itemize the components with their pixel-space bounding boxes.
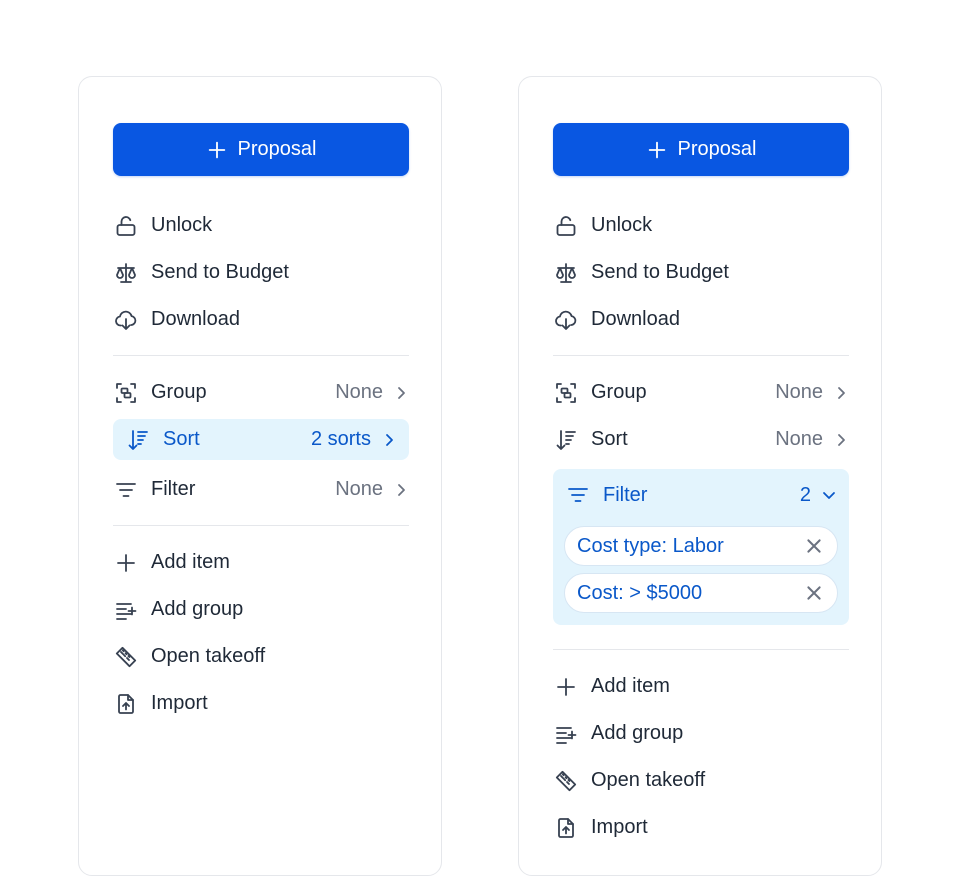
group-icon	[113, 380, 139, 406]
left-panel: Proposal Unlock Send to Budget Download …	[78, 76, 442, 876]
sort-label: Sort	[163, 428, 200, 450]
import-action[interactable]: Import	[113, 680, 409, 727]
open-takeoff-action[interactable]: Open takeoff	[553, 757, 849, 804]
add-group-action[interactable]: Add group	[113, 586, 409, 633]
add-item-action[interactable]: Add item	[553, 663, 849, 710]
filter-label: Filter	[151, 478, 196, 500]
send-to-budget-label: Send to Budget	[151, 261, 289, 283]
download-action[interactable]: Download	[553, 296, 849, 343]
filter-chip[interactable]: Cost: > $5000	[564, 573, 838, 613]
import-label: Import	[591, 816, 648, 838]
download-label: Download	[591, 308, 680, 330]
right-panel-content: Proposal Unlock Send to Budget Download …	[553, 123, 849, 851]
add-proposal-button[interactable]: Proposal	[113, 123, 409, 176]
unlock-label: Unlock	[151, 214, 213, 236]
add-group-action[interactable]: Add group	[553, 710, 849, 757]
left-panel-content: Proposal Unlock Send to Budget Download …	[113, 123, 409, 727]
send-to-budget-action[interactable]: Send to Budget	[553, 249, 849, 296]
add-group-label: Add group	[151, 598, 244, 620]
proposal-button-label: Proposal	[237, 138, 317, 160]
file-upload-icon	[553, 815, 579, 841]
group-value: None	[775, 381, 849, 404]
cloud-download-icon	[553, 307, 579, 333]
filter-value: None	[335, 478, 409, 501]
sort-option[interactable]: Sort 2 sorts	[113, 419, 409, 460]
plus-icon	[113, 550, 139, 576]
sort-value: 2 sorts	[311, 428, 397, 451]
group-label: Group	[591, 381, 647, 403]
sort-value: None	[775, 428, 849, 451]
add-group-icon	[553, 721, 579, 747]
chevron-right-icon	[386, 433, 393, 446]
unlock-label: Unlock	[591, 214, 653, 236]
group-option[interactable]: Group None	[553, 369, 849, 416]
add-group-icon	[113, 597, 139, 623]
chevron-right-icon	[398, 386, 405, 399]
filter-option[interactable]: Filter 2	[565, 471, 837, 519]
close-icon[interactable]	[803, 582, 825, 604]
filter-count: 2	[800, 484, 837, 507]
open-takeoff-label: Open takeoff	[151, 645, 266, 667]
group-option[interactable]: Group None	[113, 369, 409, 416]
filter-option[interactable]: Filter None	[113, 466, 409, 513]
open-takeoff-label: Open takeoff	[591, 769, 706, 791]
close-icon[interactable]	[803, 535, 825, 557]
sort-label: Sort	[591, 428, 628, 450]
send-to-budget-label: Send to Budget	[591, 261, 729, 283]
divider	[553, 649, 849, 650]
add-proposal-button[interactable]: Proposal	[553, 123, 849, 176]
plus-icon	[208, 141, 225, 158]
group-value: None	[335, 381, 409, 404]
download-label: Download	[151, 308, 240, 330]
sort-icon	[125, 427, 151, 453]
download-action[interactable]: Download	[113, 296, 409, 343]
unlock-icon	[553, 213, 579, 239]
filter-panel: Filter 2 Cost type: Labor Cost: > $5000	[553, 469, 849, 625]
proposal-button-label: Proposal	[677, 138, 757, 160]
filter-icon	[565, 482, 591, 508]
unlock-icon	[113, 213, 139, 239]
scale-icon	[553, 260, 579, 286]
group-label: Group	[151, 381, 207, 403]
sort-icon	[553, 427, 579, 453]
open-takeoff-action[interactable]: Open takeoff	[113, 633, 409, 680]
chevron-down-icon	[823, 492, 835, 499]
add-item-action[interactable]: Add item	[113, 539, 409, 586]
ruler-icon	[553, 768, 579, 794]
file-upload-icon	[113, 691, 139, 717]
divider	[553, 355, 849, 356]
cloud-download-icon	[113, 307, 139, 333]
chevron-right-icon	[838, 386, 845, 399]
divider	[113, 525, 409, 526]
filter-label: Filter	[603, 483, 648, 506]
right-panel: Proposal Unlock Send to Budget Download …	[518, 76, 882, 876]
plus-icon	[648, 141, 665, 158]
sort-option[interactable]: Sort None	[553, 416, 849, 463]
filter-icon	[113, 477, 139, 503]
plus-icon	[553, 674, 579, 700]
unlock-action[interactable]: Unlock	[553, 202, 849, 249]
divider	[113, 355, 409, 356]
add-group-label: Add group	[591, 722, 684, 744]
send-to-budget-action[interactable]: Send to Budget	[113, 249, 409, 296]
unlock-action[interactable]: Unlock	[113, 202, 409, 249]
filter-chip-text: Cost type: Labor	[577, 534, 724, 557]
add-item-label: Add item	[591, 675, 670, 697]
scale-icon	[113, 260, 139, 286]
ruler-icon	[113, 644, 139, 670]
import-action[interactable]: Import	[553, 804, 849, 851]
chevron-right-icon	[398, 483, 405, 496]
group-icon	[553, 380, 579, 406]
filter-chip-text: Cost: > $5000	[577, 581, 703, 604]
chevron-right-icon	[838, 433, 845, 446]
add-item-label: Add item	[151, 551, 230, 573]
import-label: Import	[151, 692, 208, 714]
filter-chip[interactable]: Cost type: Labor	[564, 526, 838, 566]
